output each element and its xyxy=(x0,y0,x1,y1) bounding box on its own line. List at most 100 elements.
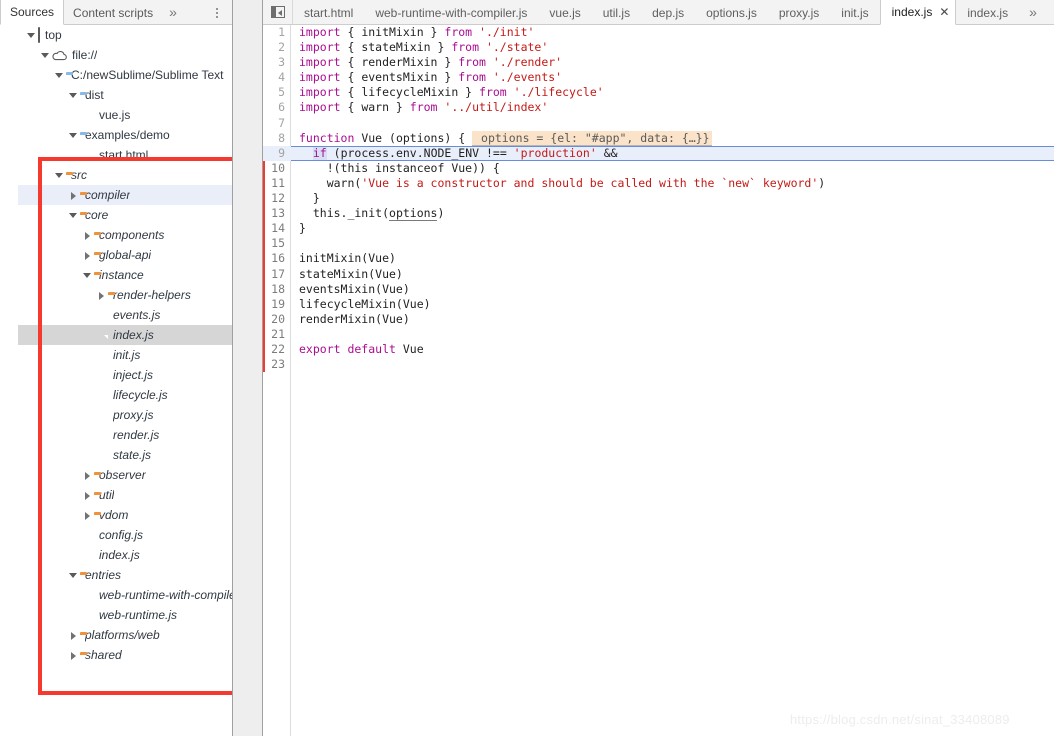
code-view[interactable]: 1 import { initMixin } from './init' 2 impo… xyxy=(263,25,1054,736)
chevron-right-icon[interactable] xyxy=(68,630,79,641)
chevron-down-icon[interactable] xyxy=(26,30,37,41)
line-number[interactable]: 12 xyxy=(263,191,291,206)
chevron-right-icon[interactable] xyxy=(82,490,93,501)
code-line[interactable]: 9 if (process.env.NODE_ENV !== 'producti… xyxy=(263,145,1054,161)
tree-item[interactable]: instance xyxy=(18,265,232,285)
chevron-down-icon[interactable] xyxy=(68,210,79,221)
tree-item[interactable]: start.html xyxy=(18,145,232,165)
line-number[interactable]: 19 xyxy=(263,297,291,312)
line-number[interactable]: 6 xyxy=(263,100,291,115)
chevron-right-icon[interactable] xyxy=(96,290,107,301)
tree-item[interactable]: observer xyxy=(18,465,232,485)
line-number[interactable]: 13 xyxy=(263,206,291,221)
chevron-right-icon[interactable] xyxy=(68,190,79,201)
line-number[interactable]: 9 xyxy=(263,146,291,161)
panel-divider[interactable] xyxy=(232,0,263,736)
chevron-down-icon[interactable] xyxy=(82,270,93,281)
tree-item[interactable]: examples/demo xyxy=(18,125,232,145)
tree-item[interactable]: platforms/web xyxy=(18,625,232,645)
line-number[interactable]: 14 xyxy=(263,221,291,236)
chevron-right-icon[interactable] xyxy=(82,470,93,481)
code-line[interactable]: 18 eventsMixin(Vue) xyxy=(263,282,1054,297)
tree-item[interactable]: top xyxy=(18,25,232,45)
code-line[interactable]: 22 export default Vue xyxy=(263,342,1054,357)
tree-item[interactable]: core xyxy=(18,205,232,225)
chevron-down-icon[interactable] xyxy=(68,130,79,141)
code-line[interactable]: 8 function Vue (options) { options = {el:… xyxy=(263,130,1054,146)
code-line[interactable]: 17 stateMixin(Vue) xyxy=(263,267,1054,282)
editor-tabs-overflow-icon[interactable]: » xyxy=(1019,0,1047,24)
line-number[interactable]: 1 xyxy=(263,25,291,40)
line-number[interactable]: 7 xyxy=(263,116,291,131)
code-line[interactable]: 4 import { eventsMixin } from './events' xyxy=(263,70,1054,85)
editor-tab[interactable]: init.js xyxy=(830,0,879,25)
tree-item[interactable]: C:/newSublime/Sublime Text xyxy=(18,65,232,85)
line-number[interactable]: 22 xyxy=(263,342,291,357)
code-line[interactable]: 21 xyxy=(263,327,1054,342)
tree-item[interactable]: index.js xyxy=(18,545,232,565)
line-number[interactable]: 10 xyxy=(263,161,291,176)
file-navigator-tree[interactable]: top file:// C:/newSublime/Sublime Text dist… xyxy=(18,25,232,736)
tree-item[interactable]: entries xyxy=(18,565,232,585)
line-number[interactable]: 20 xyxy=(263,312,291,327)
show-navigator-icon[interactable] xyxy=(263,0,293,24)
tree-item[interactable]: vdom xyxy=(18,505,232,525)
chevron-right-icon[interactable] xyxy=(82,510,93,521)
tree-item[interactable]: config.js xyxy=(18,525,232,545)
code-line[interactable]: 7 xyxy=(263,116,1054,131)
tree-item[interactable]: compiler xyxy=(18,185,232,205)
line-number[interactable]: 16 xyxy=(263,251,291,266)
chevron-right-icon[interactable] xyxy=(68,650,79,661)
line-number[interactable]: 15 xyxy=(263,236,291,251)
editor-tab[interactable]: proxy.js xyxy=(768,0,830,25)
code-line[interactable]: 20 renderMixin(Vue) xyxy=(263,312,1054,327)
code-line[interactable]: 10 !(this instanceof Vue)) { xyxy=(263,161,1054,176)
chevron-right-icon[interactable] xyxy=(82,250,93,261)
line-number[interactable]: 23 xyxy=(263,357,291,372)
editor-tab[interactable]: web-runtime-with-compiler.js xyxy=(364,0,538,25)
tree-item[interactable]: util xyxy=(18,485,232,505)
chevron-down-icon[interactable] xyxy=(68,90,79,101)
code-line[interactable]: 5 import { lifecycleMixin } from './lifec… xyxy=(263,85,1054,100)
code-line[interactable]: 19 lifecycleMixin(Vue) xyxy=(263,297,1054,312)
editor-tab[interactable]: index.js xyxy=(956,0,1019,25)
line-number[interactable]: 4 xyxy=(263,70,291,85)
tree-item[interactable]: vue.js xyxy=(18,105,232,125)
tree-item[interactable]: dist xyxy=(18,85,232,105)
line-number[interactable]: 3 xyxy=(263,55,291,70)
code-line[interactable]: 16 initMixin(Vue) xyxy=(263,251,1054,266)
line-number[interactable]: 11 xyxy=(263,176,291,191)
editor-tab[interactable]: options.js xyxy=(695,0,768,25)
tree-item[interactable]: init.js xyxy=(18,345,232,365)
tree-item[interactable]: lifecycle.js xyxy=(18,385,232,405)
tree-item[interactable]: components xyxy=(18,225,232,245)
tree-item[interactable]: inject.js xyxy=(18,365,232,385)
chevron-down-icon[interactable] xyxy=(68,570,79,581)
tree-item[interactable]: web-runtime.js xyxy=(18,605,232,625)
code-line[interactable]: 2 import { stateMixin } from './state' xyxy=(263,40,1054,55)
code-line[interactable]: 15 xyxy=(263,236,1054,251)
line-number[interactable]: 18 xyxy=(263,282,291,297)
code-line[interactable]: 1 import { initMixin } from './init' xyxy=(263,25,1054,40)
line-number[interactable]: 5 xyxy=(263,85,291,100)
editor-tab[interactable]: util.js xyxy=(592,0,641,25)
chevron-down-icon[interactable] xyxy=(54,170,65,181)
panel-tabs-overflow-icon[interactable]: » xyxy=(162,0,184,24)
tree-item[interactable]: index.js xyxy=(18,325,232,345)
tree-item[interactable]: shared xyxy=(18,645,232,665)
line-number[interactable]: 2 xyxy=(263,40,291,55)
chevron-down-icon[interactable] xyxy=(54,70,65,81)
editor-tab[interactable]: start.html xyxy=(293,0,364,25)
tree-item[interactable]: events.js xyxy=(18,305,232,325)
tree-item[interactable]: web-runtime-with-compiler.js xyxy=(18,585,232,605)
panel-tab-sources[interactable]: Sources xyxy=(0,0,65,25)
tree-item[interactable]: file:// xyxy=(18,45,232,65)
tree-item[interactable]: proxy.js xyxy=(18,405,232,425)
code-line[interactable]: 14} xyxy=(263,221,1054,236)
code-line[interactable]: 23 xyxy=(263,357,1054,372)
kebab-menu-icon[interactable] xyxy=(216,0,218,25)
tree-item[interactable]: src xyxy=(18,165,232,185)
chevron-right-icon[interactable] xyxy=(82,230,93,241)
editor-tab[interactable]: dep.js xyxy=(641,0,695,25)
code-line[interactable]: 12 } xyxy=(263,191,1054,206)
